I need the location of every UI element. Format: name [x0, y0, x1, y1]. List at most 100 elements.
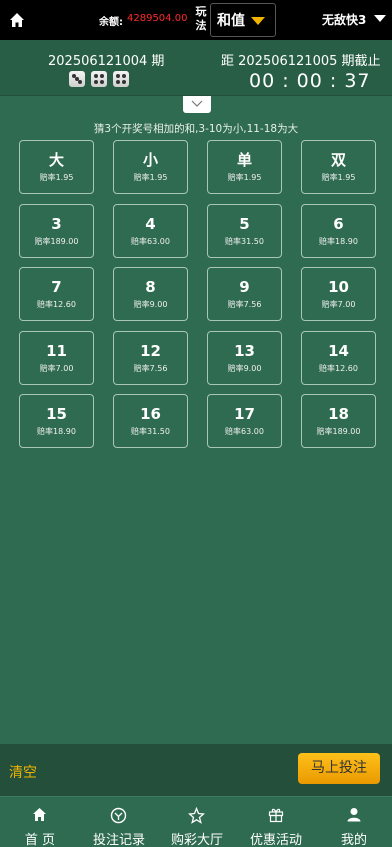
nav-promotions[interactable]: 优惠活动	[245, 797, 307, 847]
bet-option-odds: 赔率7.56	[133, 363, 168, 373]
bet-option-name: 16	[140, 405, 161, 423]
bet-option-name: 大	[48, 151, 64, 169]
bet-option-name: 15	[46, 405, 67, 423]
last-period-number: 202506121004 期	[48, 54, 165, 69]
bet-option[interactable]: 10 赔率7.00	[301, 267, 376, 321]
bet-option[interactable]: 单赔率1.95	[207, 140, 282, 194]
bet-option-odds: 赔率7.56	[227, 300, 262, 309]
record-icon	[110, 807, 127, 824]
draw-info-panel: 202506121004 期 距 202506121005 期截止 00 : 0…	[0, 40, 392, 96]
bet-option-odds: 赔率63.00	[131, 236, 170, 246]
bet-option-odds: 赔率12.60	[319, 363, 358, 373]
bet-option[interactable]: 9 赔率7.56	[207, 267, 282, 321]
home-icon	[33, 808, 46, 821]
bet-option[interactable]: 7 赔率12.60	[19, 267, 94, 321]
bet-option[interactable]: 15 赔率18.90	[19, 394, 94, 448]
die-icon	[91, 71, 107, 87]
bet-option-name: 18	[328, 405, 349, 423]
nav-label: 我的	[340, 833, 367, 847]
bet-option-name: 17	[234, 405, 255, 423]
bet-option-odds: 赔率9.00	[227, 363, 262, 373]
bet-option-name: 11	[46, 341, 67, 360]
rule-hint: 猜3个开奖号相加的和,3-10为小,11-18为大	[93, 123, 299, 135]
play-type-select[interactable]: 和值	[210, 3, 276, 37]
bet-option-name: 7	[51, 278, 62, 296]
bet-option-odds: 赔率18.90	[319, 236, 358, 246]
die-icon	[113, 71, 129, 87]
bet-option-name: 13	[234, 341, 255, 360]
nav-lottery-lobby[interactable]: 购彩大厅	[166, 797, 228, 847]
bet-option-odds: 赔率31.50	[225, 236, 264, 246]
bet-option-name: 12	[140, 341, 161, 360]
bet-option-name: 单	[236, 151, 252, 169]
bet-option-odds: 赔率18.90	[37, 427, 76, 436]
bet-option[interactable]: 8 赔率9.00	[113, 267, 188, 321]
game-name-select[interactable]: 无敌快3	[322, 11, 366, 28]
play-type-value: 和值	[217, 13, 245, 29]
nav-label: 购彩大厅	[170, 833, 223, 847]
clear-button[interactable]: 清空	[9, 762, 37, 782]
balance-label: 余额:	[99, 17, 123, 28]
nav-my-account[interactable]: 我的	[334, 797, 374, 847]
next-period-label: 距 202506121005 期截止	[221, 54, 381, 69]
place-bet-button[interactable]: 马上投注	[298, 753, 380, 784]
die-icon	[69, 71, 85, 87]
bet-option-name: 10	[328, 278, 349, 296]
bet-option-name: 8	[145, 278, 156, 296]
bet-option[interactable]: 14 赔率12.60	[301, 330, 376, 385]
bet-option-name: 5	[239, 214, 250, 233]
nav-label: 优惠活动	[249, 833, 302, 847]
bet-option[interactable]: 双赔率1.95	[301, 140, 376, 194]
bet-option-odds: 赔率9.00	[133, 300, 168, 309]
bet-option-odds: 赔率1.95	[227, 173, 262, 182]
bet-option-name: 9	[239, 278, 250, 296]
expand-history-button[interactable]	[183, 96, 211, 113]
bet-option-name: 6	[333, 214, 344, 233]
bet-option[interactable]: 17 赔率63.00	[207, 394, 282, 448]
bet-option-name: 3	[51, 214, 62, 233]
bet-option-name: 小	[142, 151, 158, 169]
bet-option-name: 4	[145, 214, 156, 233]
bet-option[interactable]: 18 赔率189.00	[301, 394, 376, 448]
chevron-down-icon	[191, 100, 203, 107]
home-icon[interactable]	[8, 11, 26, 29]
bet-option-odds: 赔率1.95	[321, 173, 356, 182]
chevron-down-icon	[251, 17, 265, 25]
lobby-icon	[188, 807, 205, 824]
bet-option-odds: 赔率1.95	[133, 173, 168, 182]
bet-option-odds: 赔率1.95	[39, 173, 74, 182]
bet-option[interactable]: 大赔率1.95	[19, 140, 94, 194]
bet-option-odds: 赔率189.00	[34, 236, 79, 246]
bet-option-odds: 赔率189.00	[316, 427, 361, 436]
bet-option-odds: 赔率12.60	[37, 300, 76, 309]
gift-icon	[268, 808, 284, 823]
action-bar: 清空 马上投注	[0, 744, 392, 796]
caret-down-icon[interactable]	[374, 15, 386, 22]
bet-option-odds: 赔率7.00	[321, 300, 356, 309]
user-icon	[347, 808, 361, 822]
nav-bet-records[interactable]: 投注记录	[88, 797, 150, 847]
countdown-timer: 00 : 00 : 37	[249, 70, 371, 92]
bet-option[interactable]: 4 赔率63.00	[113, 203, 188, 258]
bottom-nav: 首 页 投注记录 购彩大厅 优惠活动 我的	[0, 796, 392, 847]
play-label: 玩法	[195, 5, 207, 32]
nav-label: 首 页	[24, 833, 56, 847]
bet-option-odds: 赔率63.00	[225, 427, 264, 436]
bet-option-odds: 赔率7.00	[39, 363, 74, 373]
nav-home[interactable]: 首 页	[14, 797, 66, 847]
bet-option[interactable]: 5 赔率31.50	[207, 203, 282, 258]
bet-option[interactable]: 6 赔率18.90	[301, 203, 376, 258]
bet-option[interactable]: 小赔率1.95	[113, 140, 188, 194]
top-bar: 余额: 4289504.00 玩法 和值 无敌快3	[0, 0, 392, 40]
bet-option[interactable]: 16 赔率31.50	[113, 394, 188, 448]
bet-option-odds: 赔率31.50	[131, 427, 170, 436]
bet-option[interactable]: 13 赔率9.00	[207, 330, 282, 385]
last-draw-dice	[69, 71, 129, 87]
bet-option[interactable]: 3 赔率189.00	[19, 203, 94, 258]
bet-option-name: 双	[330, 151, 346, 169]
bet-option[interactable]: 11 赔率7.00	[19, 330, 94, 385]
balance-value: 4289504.00	[127, 13, 188, 24]
bet-option[interactable]: 12 赔率7.56	[113, 330, 188, 385]
nav-label: 投注记录	[92, 833, 145, 847]
bet-option-name: 14	[328, 341, 349, 360]
